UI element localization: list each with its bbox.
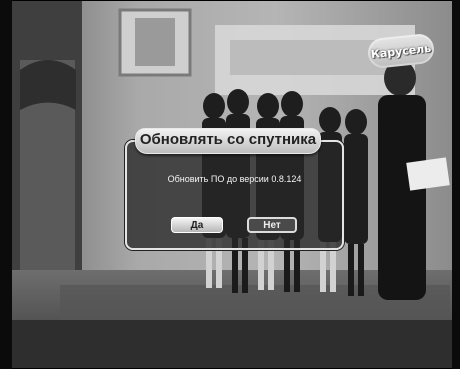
dialog-title-tab: Обновлять со спутника: [135, 128, 321, 154]
no-button[interactable]: Нет: [247, 217, 297, 233]
dialog-title: Обновлять со спутника: [139, 131, 317, 148]
letterbox-left: [0, 0, 12, 369]
letterbox-right: [452, 0, 460, 369]
dialog-message: Обновить ПО до версии 0.8.124: [167, 174, 302, 184]
tv-screen: Карусель Обновлять со спутника Обновить …: [0, 0, 460, 369]
update-dialog: Обновлять со спутника Обновить ПО до вер…: [125, 128, 344, 250]
yes-button[interactable]: Да: [171, 217, 223, 233]
